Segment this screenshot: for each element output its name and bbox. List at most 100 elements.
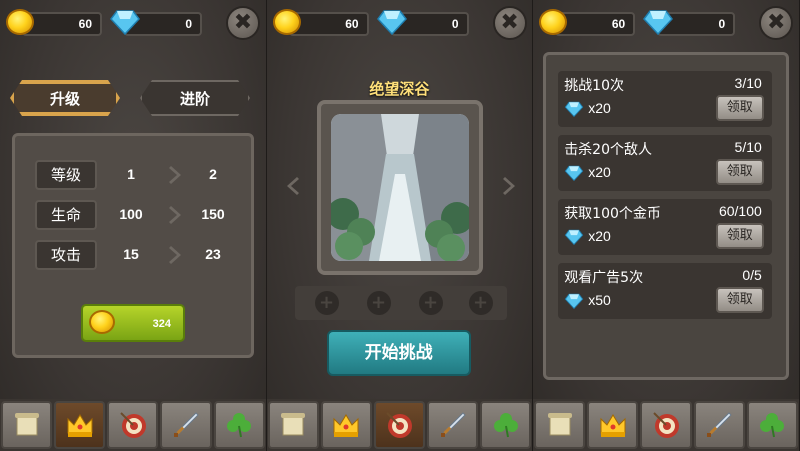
- tab-advance[interactable]: 进阶: [140, 80, 250, 116]
- quest-progress: 3/10: [734, 75, 762, 91]
- diamond-icon: [564, 293, 584, 309]
- chevron-right-icon: [169, 206, 181, 224]
- quest-title: 观看广告5次: [564, 270, 644, 286]
- tab-upgrade[interactable]: 升级: [10, 80, 120, 116]
- nav-crown[interactable]: [320, 401, 372, 449]
- target-icon: [653, 412, 679, 438]
- empty-slot[interactable]: +: [314, 291, 339, 315]
- empty-slot[interactable]: +: [366, 291, 391, 315]
- chevron-right-icon: [169, 166, 181, 184]
- stat-label-level: 等级: [35, 160, 97, 190]
- top-bar: 60 0 ✖: [6, 6, 260, 40]
- empty-slot[interactable]: +: [418, 291, 443, 315]
- bottom-nav: [0, 399, 266, 451]
- nav-sword[interactable]: [160, 401, 212, 449]
- stage-frame[interactable]: [316, 100, 483, 275]
- quest-title: 获取100个金币: [564, 206, 661, 222]
- claim-button[interactable]: 领取: [715, 287, 764, 313]
- top-bar: 60 0 ✖: [539, 6, 794, 40]
- nav-target[interactable]: [373, 401, 425, 449]
- clover-icon: [760, 413, 785, 438]
- close-button[interactable]: ✖: [492, 6, 527, 40]
- top-bar: 60 0 ✖: [272, 6, 527, 40]
- clover-icon: [493, 413, 518, 438]
- claim-button[interactable]: 领取: [715, 223, 764, 249]
- nav-clover[interactable]: [746, 401, 798, 449]
- stat-box: 等级 1 2 生命 100 150 攻击 15 23 324: [12, 133, 254, 358]
- stat-level-next: 2: [209, 166, 217, 182]
- close-button[interactable]: ✖: [759, 6, 794, 40]
- claim-button[interactable]: 领取: [715, 95, 764, 121]
- stat-hp-next: 150: [201, 206, 225, 222]
- quest-title: 挑战10次: [564, 78, 625, 94]
- stage-panel: 60 0 ✖ 绝望深谷 + + + + 开始挑战: [266, 0, 534, 451]
- claim-button[interactable]: 领取: [715, 159, 764, 185]
- target-icon: [386, 412, 413, 438]
- nav-scroll[interactable]: [1, 401, 53, 449]
- sword-icon: [440, 412, 466, 437]
- bottom-nav: [266, 399, 533, 451]
- scroll-icon: [547, 413, 572, 436]
- screen: 60 0 ✖ 升级 进阶 等级 1 2 生命 100 150 攻击 15 23: [0, 0, 800, 451]
- sword-icon: [173, 412, 199, 437]
- crown-icon: [333, 414, 359, 437]
- quest-item: 挑战10次 3/10 x20 领取: [558, 71, 772, 127]
- diamond-icon: [643, 10, 674, 35]
- stage-image: [330, 114, 469, 261]
- nav-target[interactable]: [107, 401, 159, 449]
- scroll-icon: [14, 413, 39, 436]
- nav-sword[interactable]: [426, 401, 479, 449]
- stat-label-hp: 生命: [35, 200, 97, 230]
- diamond-icon: [564, 229, 584, 245]
- next-stage-arrow[interactable]: [502, 175, 517, 197]
- stage-title: 绝望深谷: [369, 80, 430, 98]
- bottom-nav: [533, 399, 799, 451]
- diamond-icon: [110, 10, 140, 35]
- nav-scroll[interactable]: [534, 401, 586, 449]
- clover-icon: [227, 413, 252, 438]
- nav-scroll[interactable]: [267, 401, 319, 449]
- stat-attack-current: 15: [123, 246, 139, 262]
- gold-counter: 60: [555, 12, 636, 36]
- nav-clover[interactable]: [213, 401, 265, 449]
- quest-item: 获取100个金币 60/100 x20 领取: [558, 199, 772, 255]
- gold-coin-icon: [6, 9, 34, 35]
- upgrade-button[interactable]: 324: [81, 304, 185, 342]
- diamond-icon: [376, 10, 407, 35]
- close-button[interactable]: ✖: [226, 6, 260, 40]
- crown-icon: [67, 414, 93, 437]
- quest-item: 击杀20个敌人 5/10 x20 领取: [558, 135, 772, 191]
- prev-stage-arrow[interactable]: [285, 175, 299, 197]
- stat-hp-current: 100: [119, 206, 143, 222]
- start-challenge-button[interactable]: 开始挑战: [326, 330, 471, 376]
- stat-label-attack: 攻击: [35, 240, 97, 270]
- nav-target[interactable]: [640, 401, 692, 449]
- nav-crown[interactable]: [54, 401, 106, 449]
- scroll-icon: [281, 413, 306, 436]
- quest-progress: 60/100: [718, 203, 762, 219]
- gold-coin-icon: [89, 310, 115, 334]
- empty-slot[interactable]: +: [468, 291, 493, 315]
- nav-sword[interactable]: [693, 401, 745, 449]
- quest-reward: x20: [588, 228, 611, 244]
- chevron-right-icon: [169, 246, 181, 264]
- quest-item: 观看广告5次 0/5 x50 领取: [558, 263, 772, 319]
- gold-counter: 60: [22, 12, 102, 36]
- quest-reward: x20: [588, 100, 611, 116]
- gold-coin-icon: [539, 9, 568, 35]
- sword-icon: [707, 412, 732, 437]
- stat-level-current: 1: [127, 166, 135, 182]
- gold-counter: 60: [288, 12, 369, 36]
- quest-progress: 5/10: [734, 139, 762, 155]
- quest-list: 挑战10次 3/10 x20 领取 击杀20个敌人 5/10 x20 领取 获取…: [543, 52, 789, 380]
- gold-coin-icon: [272, 9, 301, 35]
- target-icon: [120, 412, 146, 438]
- canyon-image: [330, 114, 469, 261]
- quest-title: 击杀20个敌人: [564, 142, 653, 158]
- stat-attack-next: 23: [205, 246, 221, 262]
- upgrade-cost: 324: [152, 318, 171, 330]
- nav-clover[interactable]: [480, 401, 532, 449]
- quest-panel: 60 0 ✖ 挑战10次 3/10 x20 领取 击杀20个敌人 5/10 x2…: [533, 0, 800, 451]
- nav-crown[interactable]: [587, 401, 639, 449]
- quest-progress: 0/5: [742, 267, 762, 283]
